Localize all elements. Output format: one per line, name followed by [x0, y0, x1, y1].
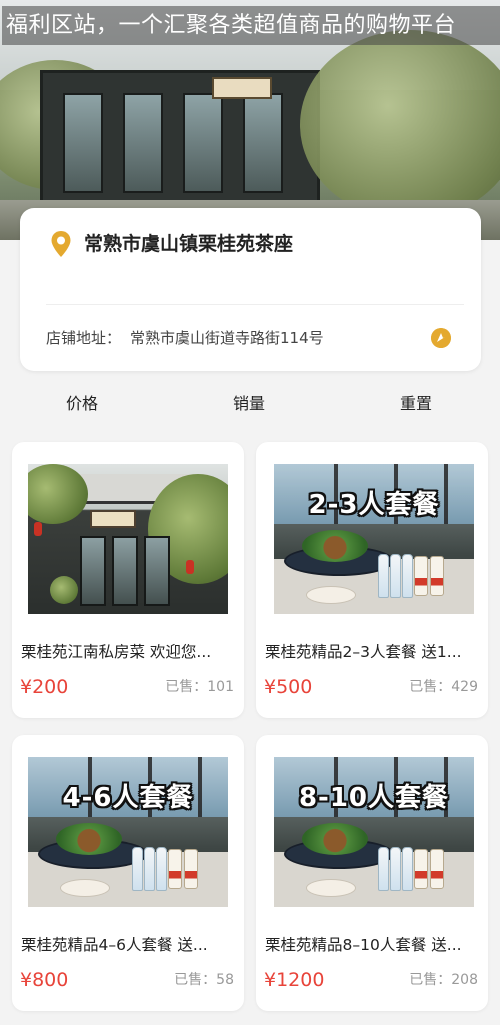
address-value: 常熟市虞山街道寺路街114号 — [130, 329, 324, 347]
hero-window — [243, 93, 283, 193]
drink-jar — [184, 849, 198, 889]
product-title: 栗桂苑精品4–6人套餐 送... — [21, 936, 208, 954]
hero-window — [63, 93, 103, 193]
hero-tree-right — [300, 30, 500, 220]
drink-jar — [430, 849, 444, 889]
product-price: ¥200 — [20, 676, 69, 698]
sort-bar: 价格 销量 重置 — [0, 388, 500, 420]
glass-door — [144, 536, 170, 606]
lantern — [186, 560, 194, 574]
product-image: 8-10人套餐 — [274, 757, 474, 907]
product-sold-count: 已售：208 — [409, 972, 478, 988]
glass-door — [112, 536, 138, 606]
sort-by-price[interactable]: 价格 — [66, 388, 98, 420]
image-caption: 4-6人套餐 — [62, 783, 194, 813]
product-image — [28, 464, 228, 614]
product-price: ¥500 — [264, 676, 313, 698]
image-caption: 2-3人套餐 — [308, 490, 440, 520]
address-label: 店铺地址： — [46, 329, 122, 347]
location-pin-icon — [51, 231, 71, 257]
store-info-card: 常熟市虞山镇栗桂苑茶座 店铺地址： 常熟市虞山街道寺路街114号 — [20, 208, 481, 371]
product-title: 栗桂苑江南私房菜 欢迎您... — [21, 643, 212, 661]
product-price: ¥800 — [20, 969, 69, 991]
sort-by-sales[interactable]: 销量 — [233, 388, 265, 420]
dish-greens — [302, 823, 368, 855]
drink-jar — [430, 556, 444, 596]
product-card[interactable]: 4-6人套餐 栗桂苑精品4–6人套餐 送... ¥800 已售：58 — [12, 735, 244, 1011]
navigation-icon[interactable] — [431, 328, 451, 348]
restaurant-sign — [90, 510, 136, 528]
product-title: 栗桂苑精品2–3人套餐 送1... — [265, 643, 462, 661]
water-bottle — [132, 847, 143, 891]
drink-jar — [414, 556, 428, 596]
side-dish — [60, 879, 110, 897]
product-image: 4-6人套餐 — [28, 757, 228, 907]
water-bottle — [402, 554, 413, 598]
divider — [46, 304, 464, 305]
water-bottle — [378, 554, 389, 598]
water-bottle — [156, 847, 167, 891]
sort-reset[interactable]: 重置 — [400, 388, 432, 420]
water-bottle — [378, 847, 389, 891]
product-title: 栗桂苑精品8–10人套餐 送... — [265, 936, 462, 954]
product-image: 2-3人套餐 — [274, 464, 474, 614]
lantern — [34, 522, 42, 536]
hero-sign — [212, 77, 272, 99]
side-dish — [306, 586, 356, 604]
water-bottle — [390, 554, 401, 598]
product-price: ¥1200 — [264, 969, 325, 991]
product-sold-count: 已售：58 — [174, 972, 234, 988]
product-card[interactable]: 2-3人套餐 栗桂苑精品2–3人套餐 送1... ¥500 已售：429 — [256, 442, 488, 718]
hero-window — [123, 93, 163, 193]
water-bottle — [144, 847, 155, 891]
image-caption: 8-10人套餐 — [298, 783, 450, 813]
page-title: 福利区站，一个汇聚各类超值商品的购物平台 — [2, 6, 500, 45]
glass-door — [80, 536, 106, 606]
dish-greens — [56, 823, 122, 855]
water-bottle — [390, 847, 401, 891]
product-card[interactable]: 栗桂苑江南私房菜 欢迎您... ¥200 已售：101 — [12, 442, 244, 718]
drink-jar — [414, 849, 428, 889]
hero-window — [183, 93, 223, 193]
product-card[interactable]: 8-10人套餐 栗桂苑精品8–10人套餐 送... ¥1200 已售：208 — [256, 735, 488, 1011]
hero-building — [40, 70, 320, 210]
product-sold-count: 已售：429 — [409, 679, 478, 695]
dish-greens — [302, 530, 368, 562]
product-sold-count: 已售：101 — [165, 679, 234, 695]
tree-foliage — [28, 464, 88, 524]
side-dish — [306, 879, 356, 897]
water-bottle — [402, 847, 413, 891]
drink-jar — [168, 849, 182, 889]
potted-plant — [50, 576, 78, 604]
store-name: 常熟市虞山镇栗桂苑茶座 — [84, 233, 294, 255]
